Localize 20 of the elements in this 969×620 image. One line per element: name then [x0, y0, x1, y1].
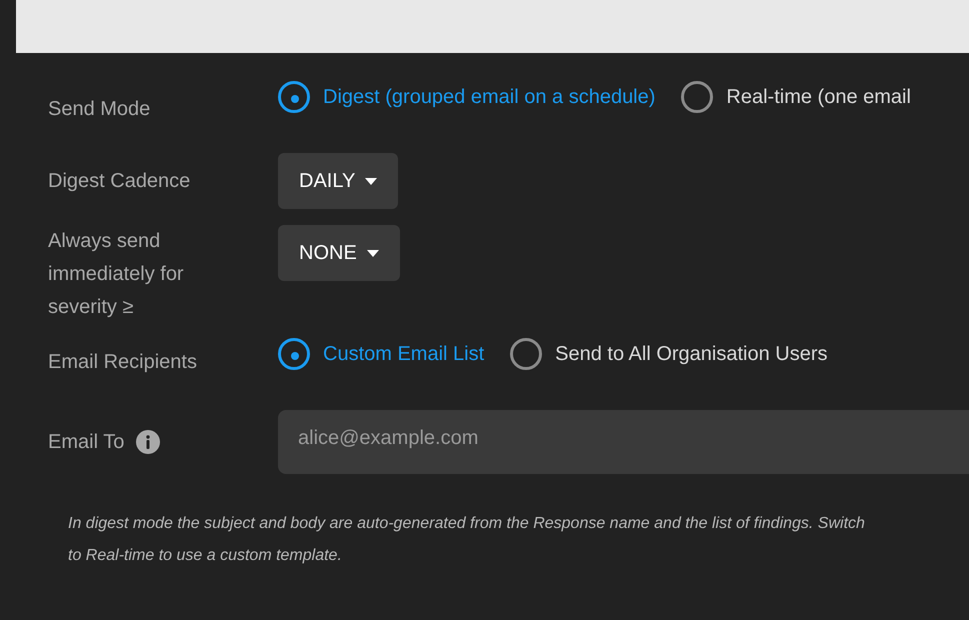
- radio-icon: [681, 81, 714, 113]
- dropdown-button[interactable]: DAILY: [278, 153, 398, 209]
- field-label: Send Mode: [48, 97, 152, 122]
- radio-icon: [278, 338, 310, 370]
- caret-icon: [365, 178, 378, 184]
- dropdown-button[interactable]: NONE: [278, 225, 400, 281]
- field-label: Email To: [48, 430, 124, 454]
- info-icon: [136, 430, 160, 454]
- radio-icon: [278, 81, 310, 113]
- field-label: Always send immediately for severity ≥: [48, 229, 185, 320]
- radio-option[interactable]: Real-time (one email: [681, 81, 911, 113]
- field-label: Email Recipients: [48, 350, 198, 375]
- radio-option[interactable]: Custom Email List: [278, 338, 484, 370]
- email-input[interactable]: alice@example.com: [278, 410, 969, 474]
- caret-icon: [366, 250, 379, 256]
- field-label: Digest Cadence: [48, 168, 192, 194]
- radio-option[interactable]: Digest (grouped email on a schedule): [278, 81, 656, 113]
- radio-option[interactable]: Send to All Organisation Users: [510, 338, 828, 370]
- radio-icon: [510, 338, 542, 370]
- help-text: In digest mode the subject and body are auto-generated from the Response name and the list of findings. Switch to Real-time to use a custom template.: [68, 514, 866, 566]
